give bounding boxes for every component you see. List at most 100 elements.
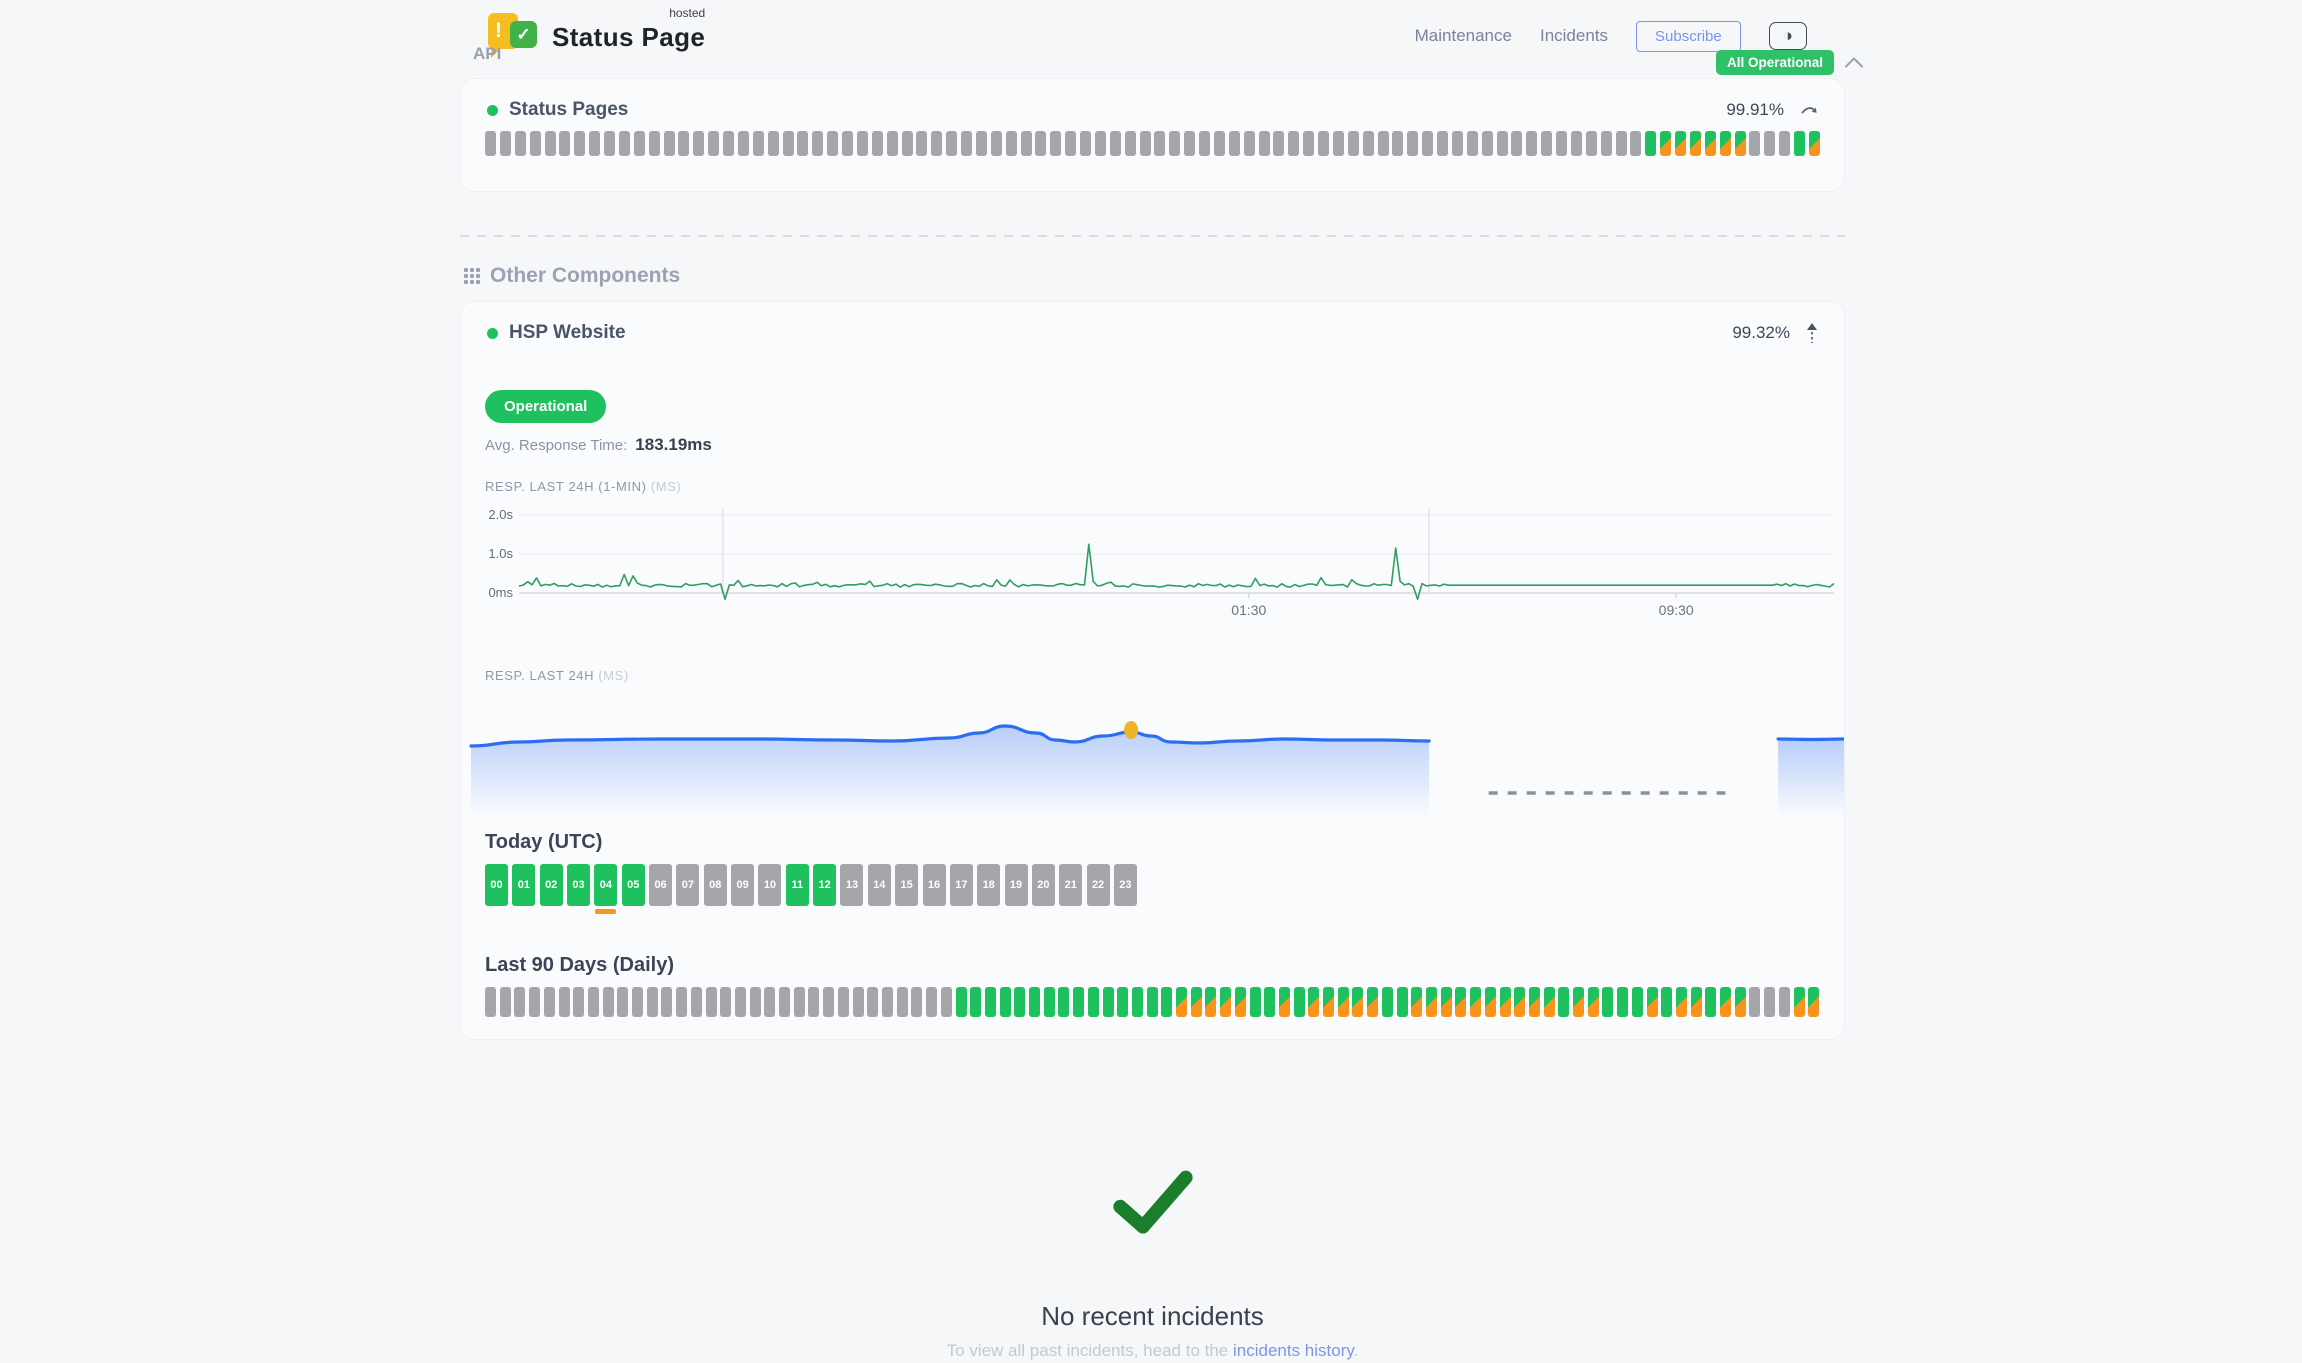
chevron-up-icon[interactable] [1844,57,1864,68]
uptime-bar[interactable] [589,131,600,156]
uptime-bar[interactable] [1794,987,1805,1017]
uptime-bar[interactable] [676,987,687,1017]
uptime-bar[interactable] [857,131,868,156]
uptime-bar[interactable] [1029,987,1040,1017]
theme-toggle-button[interactable]: ◑ [1769,22,1807,50]
uptime-bar[interactable] [1779,131,1790,156]
uptime-bar[interactable] [1348,131,1359,156]
uptime-bar[interactable] [1154,131,1165,156]
uptime-bar[interactable] [808,987,819,1017]
uptime-bar[interactable] [1214,131,1225,156]
uptime-bar[interactable] [970,987,981,1017]
uptime-bar[interactable] [1058,987,1069,1017]
uptime-bar[interactable] [1323,987,1334,1017]
hour-block-08[interactable]: 08 [704,864,727,906]
hour-block-22[interactable]: 22 [1087,864,1110,906]
uptime-bar[interactable] [1132,987,1143,1017]
uptime-bar[interactable] [1363,131,1374,156]
hour-block-20[interactable]: 20 [1032,864,1055,906]
uptime-bar[interactable] [1632,987,1643,1017]
uptime-bar[interactable] [1103,987,1114,1017]
uptime-bar[interactable] [1690,131,1701,156]
uptime-bar[interactable] [1073,987,1084,1017]
uptime-bar[interactable] [1500,987,1511,1017]
uptime-bar[interactable] [1050,131,1061,156]
uptime-bar[interactable] [823,987,834,1017]
uptime-bar[interactable] [574,131,585,156]
uptime-bar[interactable] [1511,131,1522,156]
uptime-bar[interactable] [853,987,864,1017]
uptime-bar[interactable] [1586,131,1597,156]
uptime-bar[interactable] [1422,131,1433,156]
uptime-bar[interactable] [1333,131,1344,156]
uptime-bar[interactable] [1556,131,1567,156]
uptime-bar[interactable] [500,131,511,156]
hour-block-09[interactable]: 09 [731,864,754,906]
uptime-bar[interactable] [1705,131,1716,156]
uptime-bar[interactable] [946,131,957,156]
uptime-bar[interactable] [678,131,689,156]
uptime-bar[interactable] [1441,987,1452,1017]
uptime-bar[interactable] [1426,987,1437,1017]
uptime-bar[interactable] [1588,987,1599,1017]
uptime-bar[interactable] [1006,131,1017,156]
uptime-bar[interactable] [619,131,630,156]
uptime-bar[interactable] [1338,987,1349,1017]
uptime-bar[interactable] [1407,131,1418,156]
hour-block-16[interactable]: 16 [923,864,946,906]
uptime-bar[interactable] [1573,987,1584,1017]
uptime-bar[interactable] [1044,987,1055,1017]
uptime-bar[interactable] [1244,131,1255,156]
hour-block-15[interactable]: 15 [895,864,918,906]
uptime-bar[interactable] [1259,131,1270,156]
component-row-status-pages[interactable]: Status Pages 99.91% [461,79,1844,121]
uptime-bar[interactable] [1809,131,1820,156]
uptime-bar[interactable] [1630,131,1641,156]
uptime-bar[interactable] [617,987,628,1017]
uptime-bar[interactable] [991,131,1002,156]
uptime-bar[interactable] [1571,131,1582,156]
uptime-bar[interactable] [1470,987,1481,1017]
uptime-bar[interactable] [1392,131,1403,156]
uptime-bar[interactable] [887,131,898,156]
uptime-bar[interactable] [1205,987,1216,1017]
uptime-bar[interactable] [634,131,645,156]
uptime-bar[interactable] [661,987,672,1017]
hour-block-21[interactable]: 21 [1059,864,1082,906]
uptime-bar[interactable] [1065,131,1076,156]
uptime-bar[interactable] [485,131,496,156]
uptime-bar[interactable] [544,987,555,1017]
uptime-bar[interactable] [838,987,849,1017]
uptime-bar[interactable] [764,987,775,1017]
uptime-bar[interactable] [691,987,702,1017]
uptime-bar[interactable] [1691,987,1702,1017]
uptime-bar[interactable] [1397,987,1408,1017]
uptime-bar[interactable] [706,987,717,1017]
hour-block-23[interactable]: 23 [1114,864,1137,906]
uptime-bar[interactable] [1467,131,1478,156]
hour-block-17[interactable]: 17 [950,864,973,906]
component-row-hsp-website[interactable]: HSP Website 99.32% [461,302,1844,344]
uptime-bar[interactable] [1661,987,1672,1017]
uptime-bar[interactable] [1455,987,1466,1017]
uptime-bar[interactable] [1497,131,1508,156]
uptime-bar[interactable] [1110,131,1121,156]
uptime-bar[interactable] [1021,131,1032,156]
uptime-bar[interactable] [1764,131,1775,156]
uptime-bar[interactable] [1273,131,1284,156]
uptime-bar[interactable] [1352,987,1363,1017]
uptime-bar[interactable] [530,131,541,156]
nav-maintenance[interactable]: Maintenance [1415,26,1512,46]
uptime-bar[interactable] [649,131,660,156]
uptime-bar[interactable] [916,131,927,156]
uptime-bar[interactable] [1235,987,1246,1017]
uptime-bar[interactable] [750,987,761,1017]
hour-block-10[interactable]: 10 [758,864,781,906]
uptime-bar[interactable] [976,131,987,156]
uptime-bar[interactable] [1676,987,1687,1017]
uptime-bar[interactable] [941,987,952,1017]
uptime-bar[interactable] [1378,131,1389,156]
uptime-bar[interactable] [1675,131,1686,156]
uptime-bar[interactable] [1367,987,1378,1017]
uptime-bar[interactable] [1749,131,1760,156]
